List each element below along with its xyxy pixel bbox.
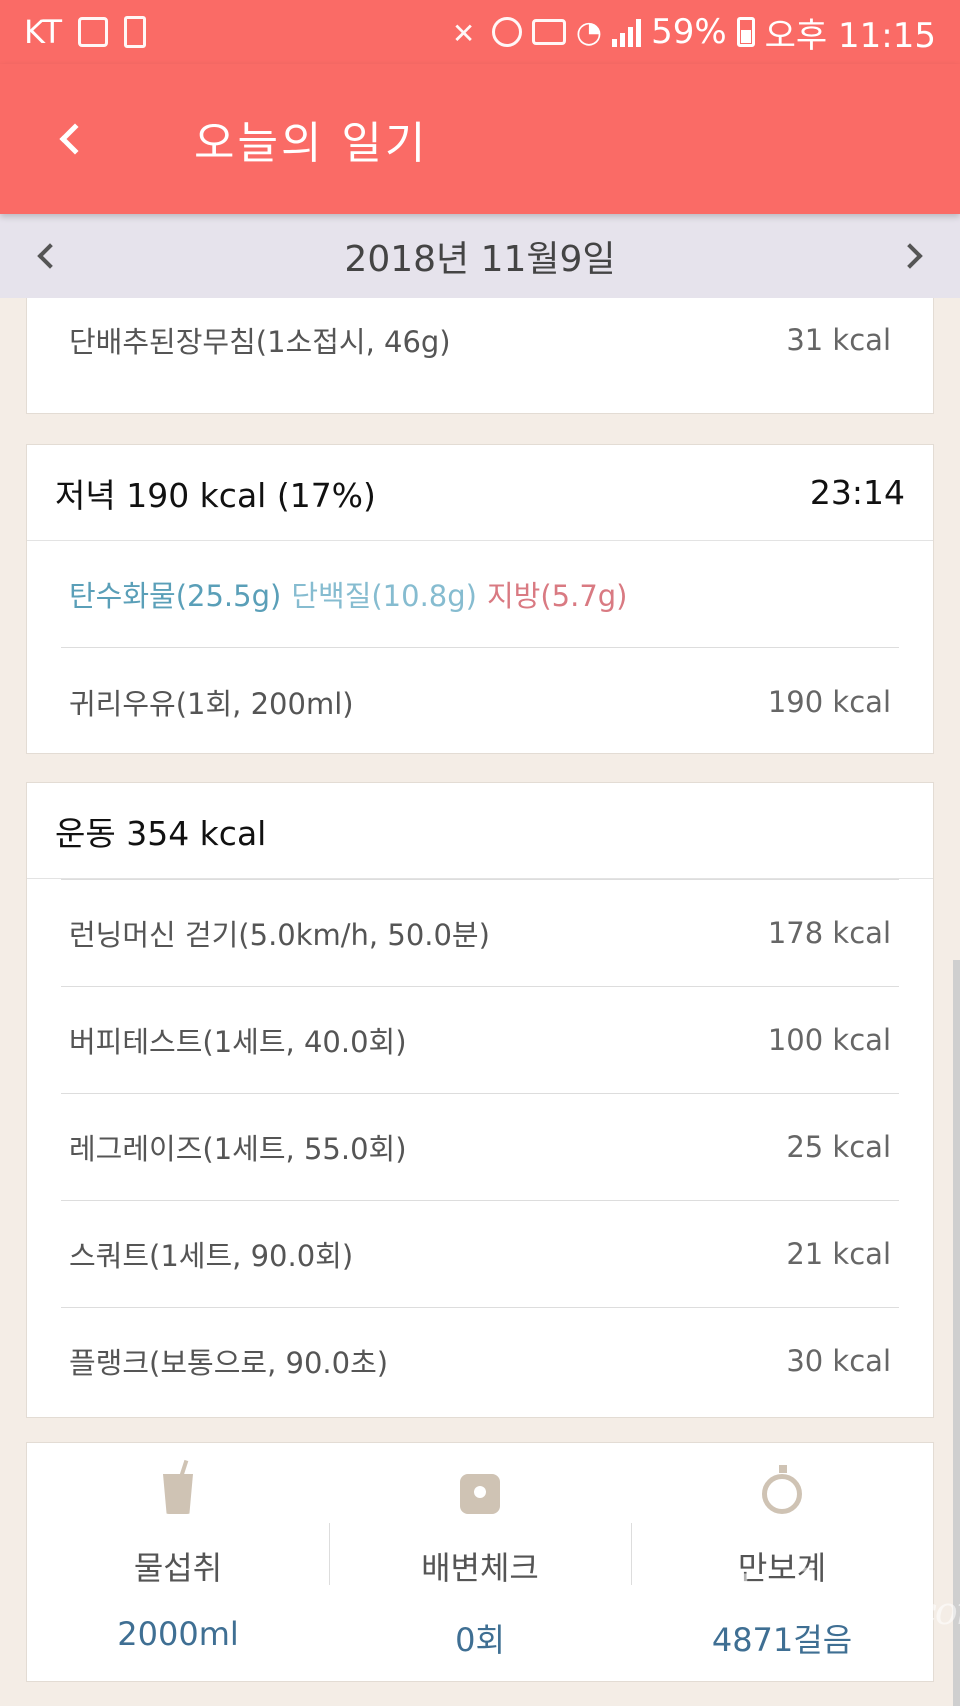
meal-card-previous: 단배추된장무침(1소접시, 46g) 31 kcal bbox=[26, 298, 934, 414]
widget-label: 배변체크 bbox=[421, 1549, 539, 1587]
exercise-kcal: 30 kcal bbox=[786, 1344, 891, 1378]
food-kcal: 190 kcal bbox=[767, 684, 891, 719]
fat-amount: 지방(5.7g) bbox=[486, 579, 628, 613]
dinner-header[interactable]: 저녁 190 kcal (17%) 23:14 bbox=[27, 445, 933, 541]
exercise-kcal: 21 kcal bbox=[786, 1237, 891, 1271]
widget-value: 2000ml bbox=[117, 1615, 239, 1653]
app-bar: 오늘의 일기 bbox=[0, 64, 960, 214]
food-row[interactable]: 단배추된장무침(1소접시, 46g) 31 kcal bbox=[61, 298, 899, 392]
exercise-kcal: 25 kcal bbox=[786, 1130, 891, 1164]
signal-icon bbox=[612, 17, 642, 47]
current-date: 2018년 11월9일 bbox=[344, 239, 616, 280]
cup-icon bbox=[155, 1459, 201, 1521]
scrollbar[interactable] bbox=[953, 960, 960, 1706]
battery-percent: 59% bbox=[651, 12, 727, 52]
exercise-header[interactable]: 운동 354 kcal bbox=[27, 783, 933, 879]
food-kcal: 31 kcal bbox=[786, 323, 891, 357]
mute-icon: ✕ bbox=[451, 17, 476, 50]
battery-icon bbox=[736, 17, 755, 47]
widget-value: 4871걸음 bbox=[711, 1621, 853, 1659]
exercise-card: 운동 354 kcal 런닝머신 걷기(5.0km/h, 50.0분) 178 … bbox=[26, 782, 934, 1418]
pedometer-widget[interactable]: 만보계 4871걸음 bbox=[631, 1443, 933, 1681]
chevron-left-icon bbox=[37, 243, 63, 269]
food-row[interactable]: 귀리우유(1회, 200ml) 190 kcal bbox=[61, 648, 899, 755]
alarm-icon bbox=[491, 17, 522, 47]
exercise-kcal: 100 kcal bbox=[767, 1023, 891, 1057]
exercise-row[interactable]: 레그레이즈(1세트, 55.0회) 25 kcal bbox=[61, 1093, 899, 1200]
carb-amount: 탄수화물(25.5g) bbox=[69, 579, 282, 613]
stopwatch-icon bbox=[759, 1465, 805, 1521]
exercise-name: 런닝머신 걷기(5.0km/h, 50.0분) bbox=[69, 918, 490, 952]
exercise-row[interactable]: 스쿼트(1세트, 90.0회) 21 kcal bbox=[61, 1200, 899, 1307]
previous-day-button[interactable] bbox=[28, 226, 72, 286]
exercise-row[interactable]: 런닝머신 걷기(5.0km/h, 50.0분) 178 kcal bbox=[61, 879, 899, 986]
food-name: 귀리우유(1회, 200ml) bbox=[69, 686, 354, 721]
bowel-check-widget[interactable]: 배변체크 0회 bbox=[329, 1443, 631, 1681]
widget-label: 만보계 bbox=[737, 1549, 827, 1587]
page-title: 오늘의 일기 bbox=[194, 118, 429, 169]
diary-content[interactable]: 단배추된장무침(1소접시, 46g) 31 kcal 저녁 190 kcal (… bbox=[0, 298, 960, 1706]
water-intake-widget[interactable]: 물섭취 2000ml bbox=[27, 1443, 329, 1681]
dinner-card: 저녁 190 kcal (17%) 23:14 탄수화물(25.5g) 단백질(… bbox=[26, 444, 934, 754]
exercise-row[interactable]: 버피테스트(1세트, 40.0회) 100 kcal bbox=[61, 986, 899, 1093]
exercise-summary: 운동 354 kcal bbox=[55, 813, 267, 853]
status-time: 오후 11:15 bbox=[764, 15, 936, 56]
tracker-widgets: 물섭취 2000ml 배변체크 0회 만보계 4871걸음 bbox=[26, 1442, 934, 1682]
widget-label: 물섭취 bbox=[133, 1549, 223, 1587]
chevron-right-icon bbox=[897, 243, 923, 269]
exercise-kcal: 178 kcal bbox=[767, 916, 891, 950]
exercise-name: 스쿼트(1세트, 90.0회) bbox=[69, 1239, 354, 1273]
food-name: 단배추된장무침(1소접시, 46g) bbox=[69, 325, 451, 359]
protein-amount: 단백질(10.8g) bbox=[291, 579, 477, 613]
carrier-label: KT bbox=[24, 13, 63, 51]
exercise-name: 플랭크(보통으로, 90.0초) bbox=[69, 1346, 389, 1380]
exercise-row[interactable]: 플랭크(보통으로, 90.0초) 30 kcal bbox=[61, 1307, 899, 1414]
hd-icon bbox=[531, 19, 566, 45]
dinner-summary: 저녁 190 kcal (17%) bbox=[55, 475, 376, 515]
dinner-time: 23:14 bbox=[809, 473, 905, 512]
date-navigator: 2018년 11월9일 bbox=[0, 214, 960, 298]
back-arrow-icon bbox=[59, 123, 91, 155]
toilet-paper-icon bbox=[457, 1467, 503, 1521]
widget-value: 0회 bbox=[455, 1621, 505, 1659]
status-bar: KT ✕ ◔ 59% 오후 11:15 bbox=[0, 0, 960, 64]
wifi-icon: ◔ bbox=[575, 14, 603, 50]
back-button[interactable] bbox=[0, 64, 150, 214]
screenshot-notification-icon bbox=[124, 16, 147, 48]
exercise-name: 버피테스트(1세트, 40.0회) bbox=[69, 1025, 407, 1059]
next-day-button[interactable] bbox=[888, 226, 932, 286]
nutrient-summary: 탄수화물(25.5g) 단백질(10.8g) 지방(5.7g) bbox=[61, 541, 899, 648]
exercise-name: 레그레이즈(1세트, 55.0회) bbox=[69, 1132, 407, 1166]
gallery-notification-icon bbox=[78, 17, 109, 47]
